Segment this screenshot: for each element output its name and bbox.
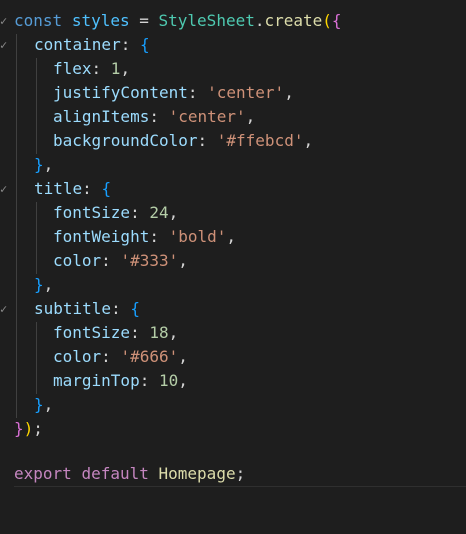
token-comma: ,: [245, 107, 256, 126]
token-bracket: }: [34, 155, 44, 174]
token-property: color: [53, 251, 102, 270]
token-comma: ,: [43, 395, 54, 414]
token-property: container: [34, 35, 121, 54]
code-line[interactable]: fontWeight: 'bold',: [0, 225, 466, 249]
token-bracket: {: [101, 179, 112, 198]
token-string: 'bold': [168, 227, 227, 246]
token-property: backgroundColor: [53, 131, 198, 150]
token-semicolon: ;: [235, 464, 246, 483]
token-property: fontSize: [53, 323, 131, 342]
fold-chevron-icon[interactable]: ✓: [0, 33, 10, 57]
token-number: 24: [149, 203, 169, 222]
code-line[interactable]: ✓ const styles = StyleSheet.create({: [0, 9, 466, 33]
code-line[interactable]: alignItems: 'center',: [0, 105, 466, 129]
token-variable: styles: [71, 11, 130, 30]
token-comma: ,: [168, 323, 179, 342]
token-colon: :: [101, 347, 121, 366]
token-comma: ,: [178, 347, 188, 366]
token-keyword: const: [14, 11, 63, 30]
token-comma: ,: [226, 227, 237, 246]
code-line[interactable]: flex: 1,: [0, 57, 466, 81]
fold-chevron-icon[interactable]: ✓: [0, 297, 10, 321]
code-line[interactable]: export default Homepage;: [0, 462, 466, 486]
code-line[interactable]: ✓ container: {: [0, 33, 466, 57]
token-bracket: {: [331, 11, 342, 30]
divider: [14, 486, 466, 487]
token-bracket: {: [130, 299, 140, 318]
token-bracket: ): [23, 419, 34, 438]
token-comma: ,: [303, 131, 314, 150]
code-line[interactable]: });: [0, 417, 466, 441]
token-property: alignItems: [53, 107, 150, 126]
token-colon: :: [130, 203, 150, 222]
token-bracket: {: [139, 35, 150, 54]
token-class: StyleSheet: [158, 11, 255, 30]
code-line[interactable]: justifyContent: 'center',: [0, 81, 466, 105]
token-property: flex: [53, 59, 92, 78]
code-line[interactable]: marginTop: 10,: [0, 369, 466, 393]
token-property: title: [34, 179, 83, 198]
token-colon: :: [187, 83, 208, 102]
token-string: 'center': [207, 83, 285, 102]
token-property: subtitle: [34, 299, 112, 318]
token-keyword: default: [81, 464, 149, 483]
code-line[interactable]: },: [0, 153, 466, 177]
token-colon: :: [149, 107, 169, 126]
token-operator: =: [129, 11, 159, 30]
code-line[interactable]: color: '#666',: [0, 345, 466, 369]
token-comma: ,: [43, 275, 54, 294]
token-colon: :: [91, 59, 111, 78]
token-colon: :: [149, 227, 169, 246]
token-string: 'center': [168, 107, 246, 126]
token-number: 18: [149, 323, 169, 342]
token-property: fontWeight: [53, 227, 150, 246]
token-property: marginTop: [53, 371, 140, 390]
token-property: justifyContent: [53, 83, 188, 102]
token-colon: :: [101, 251, 121, 270]
token-colon: :: [82, 179, 102, 198]
token-comma: ,: [168, 203, 179, 222]
token-bracket: (: [322, 11, 332, 30]
token-bracket: }: [14, 419, 24, 438]
token-comma: ,: [178, 371, 188, 390]
token-number: 1: [110, 59, 121, 78]
fold-chevron-icon[interactable]: ✓: [0, 177, 10, 201]
token-string: '#ffebcd': [216, 131, 304, 150]
token-colon: :: [120, 35, 140, 54]
token-property: fontSize: [53, 203, 131, 222]
token-number: 10: [158, 371, 179, 390]
token-colon: :: [111, 299, 131, 318]
token-string: '#666': [120, 347, 179, 366]
code-editor[interactable]: ✓ const styles = StyleSheet.create({ ✓ c…: [0, 0, 466, 509]
token-colon: :: [197, 131, 217, 150]
token-colon: :: [130, 323, 150, 342]
token-function: create: [264, 11, 323, 30]
token-colon: :: [139, 371, 159, 390]
code-line[interactable]: color: '#333',: [0, 249, 466, 273]
token-semicolon: ;: [33, 419, 43, 438]
code-line[interactable]: ✓ title: {: [0, 177, 466, 201]
token-property: color: [53, 347, 102, 366]
code-line[interactable]: fontSize: 24,: [0, 201, 466, 225]
token-comma: ,: [120, 59, 131, 78]
code-line[interactable]: backgroundColor: '#ffebcd',: [0, 129, 466, 153]
token-bracket: }: [34, 395, 44, 414]
token-comma: ,: [284, 83, 294, 102]
code-line[interactable]: },: [0, 273, 466, 297]
token-comma: ,: [43, 155, 54, 174]
token-comma: ,: [178, 251, 188, 270]
token-identifier: Homepage: [158, 464, 236, 483]
code-line[interactable]: },: [0, 393, 466, 417]
token-bracket: }: [34, 275, 44, 294]
token-keyword: export: [14, 464, 72, 483]
fold-chevron-icon[interactable]: ✓: [0, 9, 10, 33]
token-string: '#333': [120, 251, 179, 270]
code-line[interactable]: fontSize: 18,: [0, 321, 466, 345]
code-line[interactable]: ✓ subtitle: {: [0, 297, 466, 321]
